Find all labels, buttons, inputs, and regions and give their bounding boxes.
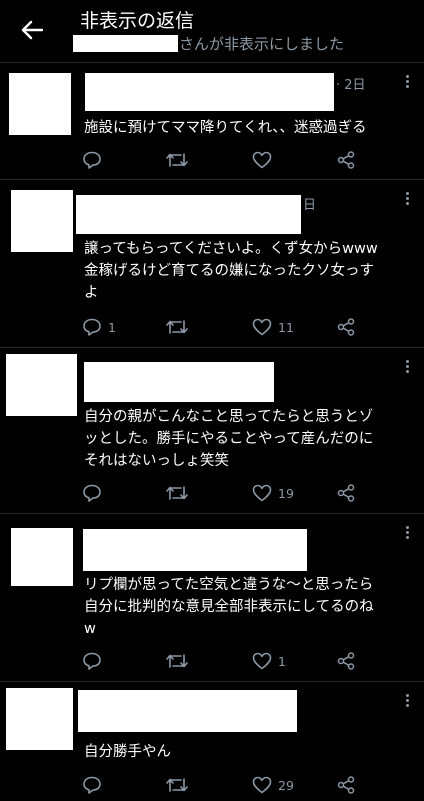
redacted-name (78, 690, 297, 732)
share-button[interactable] (337, 650, 355, 672)
reply-button[interactable]: 1 (82, 316, 116, 338)
reply-icon (83, 484, 101, 502)
tweet-actions: 29 (82, 774, 366, 796)
like-count: 1 (278, 653, 286, 669)
tweet-card[interactable]: リプ欄が思ってた空気と違うな〜と思ったら 自分に批判的な意見全部非表示にしてるの… (0, 513, 424, 682)
like-button[interactable] (252, 149, 278, 171)
redacted-name (76, 195, 301, 234)
tweet-text: 自分勝手やん (84, 744, 171, 760)
share-button[interactable] (337, 149, 355, 171)
more-options-icon[interactable] (404, 360, 410, 373)
like-button[interactable]: 19 (252, 482, 294, 504)
share-icon (337, 776, 355, 794)
redacted-name (84, 362, 274, 402)
reply-button[interactable] (82, 650, 108, 672)
tweet-text: リプ欄が思ってた空気と違うな〜と思ったら 自分に批判的な意見全部非表示にしてるの… (84, 577, 374, 637)
tweet-actions: 1 11 (82, 316, 366, 338)
retweet-button[interactable] (166, 482, 188, 504)
tweet-card[interactable]: 自分勝手やん 29 (0, 681, 424, 801)
reply-button[interactable] (82, 774, 108, 796)
retweet-button[interactable] (166, 650, 188, 672)
page-subtitle: さんが非表示にしました (73, 33, 344, 53)
page-title: 非表示の返信 (80, 10, 195, 32)
retweet-icon (166, 654, 188, 668)
more-options-icon[interactable] (404, 192, 410, 205)
reply-button[interactable] (82, 482, 108, 504)
share-button[interactable] (337, 482, 355, 504)
redacted-name (83, 529, 307, 571)
arrow-left-icon (21, 20, 43, 40)
heart-icon (252, 318, 272, 336)
redacted-username (73, 34, 178, 52)
share-icon (337, 484, 355, 502)
redacted-name (85, 73, 334, 111)
reply-icon (83, 318, 101, 336)
reply-icon (83, 151, 101, 169)
retweet-button[interactable] (166, 316, 188, 338)
reply-button[interactable] (82, 149, 108, 171)
reply-icon (83, 652, 101, 670)
tweet-actions (82, 149, 366, 171)
retweet-button[interactable] (166, 149, 188, 171)
tweet-card[interactable]: · 2日 施設に預けてママ降りてくれ、、迷惑過ぎる (0, 62, 424, 180)
tweet-text: 自分の親がこんなこと思ってたらと思うとゾ ッとした。勝手にやることやって産んだの… (84, 409, 374, 469)
header-bar: 非表示の返信 さんが非表示にしました (0, 0, 424, 62)
like-count: 19 (278, 485, 294, 501)
redacted-avatar (11, 528, 73, 586)
retweet-icon (166, 486, 188, 500)
heart-icon (252, 484, 272, 502)
share-button[interactable] (337, 316, 355, 338)
share-icon (337, 318, 355, 336)
more-options-icon[interactable] (404, 526, 410, 539)
more-options-icon[interactable] (404, 694, 410, 707)
tweet-actions: 19 (82, 482, 366, 504)
retweet-icon (166, 320, 188, 334)
heart-icon (252, 151, 272, 169)
tweet-actions: 1 (82, 650, 366, 672)
redacted-avatar (11, 190, 73, 252)
tweet-text: 施設に預けてママ降りてくれ、、迷惑過ぎる (84, 120, 367, 136)
retweet-button[interactable] (166, 774, 188, 796)
redacted-avatar (6, 354, 77, 416)
reply-icon (83, 776, 101, 794)
tweet-time: 日 (303, 198, 317, 213)
tweet-time: · 2日 (336, 78, 366, 93)
tweet-card[interactable]: 自分の親がこんなこと思ってたらと思うとゾ ッとした。勝手にやることやって産んだの… (0, 347, 424, 514)
like-count: 29 (278, 777, 294, 793)
like-count: 11 (278, 319, 294, 335)
like-button[interactable]: 11 (252, 316, 294, 338)
heart-icon (252, 652, 272, 670)
share-button[interactable] (337, 774, 355, 796)
retweet-icon (166, 153, 188, 167)
redacted-avatar (6, 688, 73, 750)
subtitle-text: さんが非表示にしました (179, 34, 345, 53)
like-button[interactable]: 1 (252, 650, 286, 672)
retweet-icon (166, 778, 188, 792)
reply-count: 1 (108, 319, 116, 335)
more-options-icon[interactable] (404, 75, 410, 88)
back-button[interactable] (18, 16, 46, 44)
tweet-card[interactable]: 日 譲ってもらってくださいよ。くず女からwww 金稼げるけど育てるの嫌になったク… (0, 179, 424, 348)
share-icon (337, 151, 355, 169)
tweet-text: 譲ってもらってくださいよ。くず女からwww 金稼げるけど育てるの嫌になったクソ女… (84, 241, 378, 301)
share-icon (337, 652, 355, 670)
heart-icon (252, 776, 272, 794)
like-button[interactable]: 29 (252, 774, 294, 796)
redacted-avatar (9, 73, 71, 135)
